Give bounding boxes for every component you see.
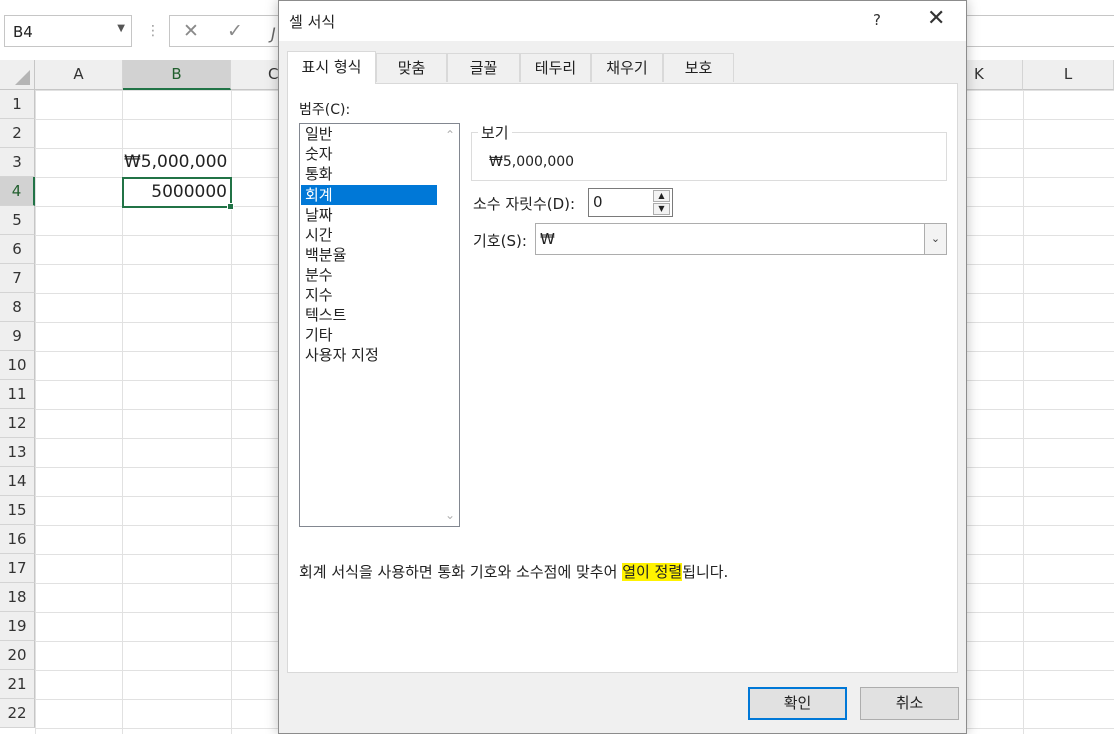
description-text: 회계 서식을 사용하면 통화 기호와 소수점에 맞추어 [299,563,623,581]
name-box-value: B4 [13,23,33,41]
row-header[interactable]: 4 [0,177,35,206]
decimal-places-label: 소수 자릿수(D): [473,195,576,213]
column-header-c[interactable]: C [231,60,279,90]
format-description: 회계 서식을 사용하면 통화 기호와 소수점에 맞추어 열이 정렬됩니다. [299,561,728,582]
list-item[interactable]: 일반 [301,124,437,144]
list-item[interactable]: 분수 [301,265,437,285]
preview-group: ₩5,000,000 [471,132,947,181]
select-all-triangle-icon [15,70,30,85]
symbol-label: 기호(S): [473,232,527,250]
dialog-title: 셀 서식 [289,13,336,31]
tab-alignment[interactable]: 맞춤 [376,53,447,82]
column-header-b[interactable]: B [123,60,231,90]
increment-icon[interactable]: ▲ [653,190,670,202]
row-header[interactable]: 20 [0,641,35,670]
preview-value: ₩5,000,000 [489,154,575,170]
list-item[interactable]: 백분율 [301,245,437,265]
row-header[interactable]: 7 [0,264,35,293]
symbol-select[interactable]: ₩ ⌄ [535,223,947,255]
row-header[interactable]: 1 [0,90,35,119]
column-header-l[interactable]: L [1023,60,1114,90]
name-box[interactable]: B4 ▼ [4,15,132,47]
chevron-down-icon[interactable]: ▼ [117,23,125,34]
row-header[interactable]: 10 [0,351,35,380]
list-item-selected[interactable]: 회계 [301,185,437,205]
confirm-entry-icon[interactable]: ✓ [227,20,243,42]
format-cells-dialog: 셀 서식 ? ✕ 표시 형식 맞춤 글꼴 테두리 채우기 보호 범주(C): 일… [278,0,967,734]
fill-handle[interactable] [227,203,234,210]
row-header[interactable]: 14 [0,467,35,496]
description-text-end: 됩니다. [682,563,729,581]
scroll-up-icon[interactable]: ⌃ [445,128,455,142]
row-header[interactable]: 19 [0,612,35,641]
cell-b3[interactable]: ₩5,000,000 [124,152,227,172]
number-format-panel: 범주(C): 일반 숫자 통화 회계 날짜 시간 백분율 분수 지수 텍스트 기… [287,83,958,673]
formula-input[interactable] [966,15,1114,47]
column-header-k[interactable]: K [966,60,1023,90]
row-header[interactable]: 22 [0,699,35,728]
list-item[interactable]: 시간 [301,225,437,245]
row-header[interactable]: 21 [0,670,35,699]
row-header[interactable]: 15 [0,496,35,525]
chevron-down-icon[interactable]: ⌄ [924,224,946,254]
dialog-titlebar[interactable]: 셀 서식 ? ✕ [279,1,966,41]
category-list[interactable]: 일반 숫자 통화 회계 날짜 시간 백분율 분수 지수 텍스트 기타 사용자 지… [299,123,460,527]
select-all-corner[interactable] [0,60,35,90]
row-header[interactable]: 2 [0,119,35,148]
decimal-places-value[interactable]: 0 [593,193,603,211]
stepper-buttons: ▲ ▼ [653,190,671,215]
row-header[interactable]: 16 [0,525,35,554]
list-item[interactable]: 기타 [301,325,437,345]
tab-font[interactable]: 글꼴 [447,53,520,82]
tab-border[interactable]: 테두리 [520,53,591,82]
list-item[interactable]: 지수 [301,285,437,305]
row-header[interactable]: 8 [0,293,35,322]
row-header[interactable]: 13 [0,438,35,467]
row-header[interactable]: 17 [0,554,35,583]
row-header[interactable]: 9 [0,322,35,351]
row-header[interactable]: 11 [0,380,35,409]
row-header[interactable]: 5 [0,206,35,235]
help-icon[interactable]: ? [873,11,881,29]
close-icon[interactable]: ✕ [927,7,945,31]
category-label: 범주(C): [299,102,351,118]
decimal-places-stepper[interactable]: 0 ▲ ▼ [588,188,673,217]
tab-protection[interactable]: 보호 [663,53,734,82]
cancel-entry-icon[interactable]: ✕ [183,20,199,42]
tab-fill[interactable]: 채우기 [591,53,663,82]
list-item[interactable]: 통화 [301,164,437,184]
highlighted-text: 열이 정렬 [622,563,683,581]
row-header[interactable]: 18 [0,583,35,612]
list-item[interactable]: 숫자 [301,144,437,164]
grid-line [1023,90,1024,734]
cancel-button[interactable]: 취소 [860,687,959,720]
list-item[interactable]: 텍스트 [301,305,437,325]
row-header[interactable]: 3 [0,148,35,177]
symbol-value: ₩ [540,230,555,248]
decrement-icon[interactable]: ▼ [653,203,670,215]
more-options-icon: ⋮ [146,23,160,39]
column-header-a[interactable]: A [35,60,123,90]
list-item[interactable]: 날짜 [301,205,437,225]
insert-function-icon[interactable]: J [271,24,276,43]
cell-b4[interactable]: 5000000 [124,182,227,202]
row-header[interactable]: 6 [0,235,35,264]
tab-number[interactable]: 표시 형식 [287,51,376,84]
ok-button[interactable]: 확인 [748,687,847,720]
row-header[interactable]: 12 [0,409,35,438]
scroll-down-icon[interactable]: ⌄ [445,508,455,522]
preview-label: 보기 [478,122,512,143]
list-item[interactable]: 사용자 지정 [301,345,437,365]
